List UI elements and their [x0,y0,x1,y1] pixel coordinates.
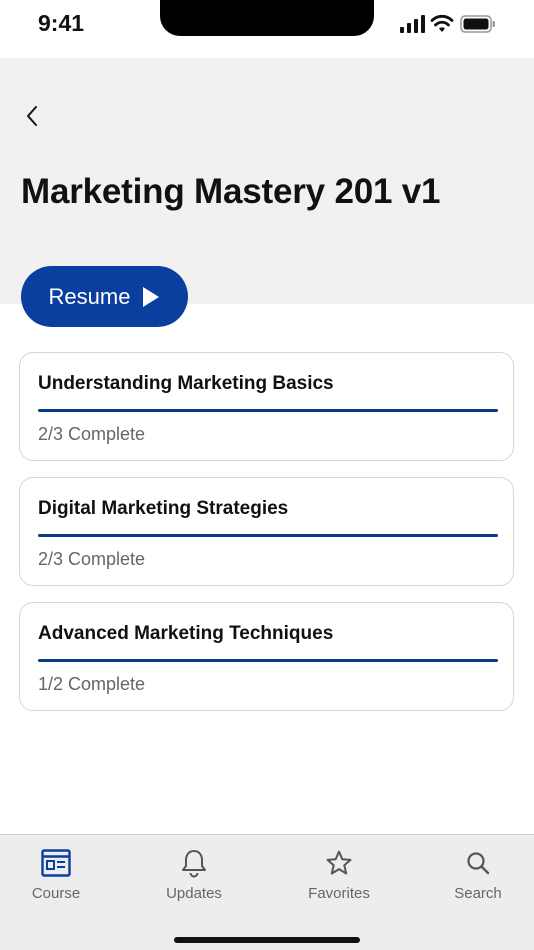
module-title: Advanced Marketing Techniques [38,623,334,644]
module-progress-fill [38,659,498,662]
resume-button-label: Resume [48,283,131,309]
module-progress-bar [38,659,498,662]
module-card[interactable]: Understanding Marketing Basics 2/3 Compl… [19,352,514,461]
tab-search[interactable]: Search [423,847,533,907]
module-progress-text: 2/3 Complete [38,549,146,569]
status-bar: 9:41 [0,0,534,58]
tab-label: Updates [166,885,222,902]
tab-bar: Course Updates Favorites Search [0,834,534,950]
module-progress-text: 2/3 Complete [38,424,146,444]
tab-favorites[interactable]: Favorites [284,847,394,907]
bell-icon [182,850,206,878]
module-title: Digital Marketing Strategies [38,498,289,519]
module-progress-bar [38,409,498,412]
status-time: 9:41 [38,10,85,36]
tab-course[interactable]: Course [1,847,111,907]
tab-label: Favorites [308,885,370,902]
module-progress-text: 1/2 Complete [38,674,146,694]
module-progress-fill [38,534,498,537]
search-icon [467,852,490,875]
module-card[interactable]: Digital Marketing Strategies 2/3 Complet… [19,477,514,586]
back-button[interactable] [14,98,50,134]
resume-button[interactable]: Resume [21,266,188,327]
cellular-signal-icon [400,15,425,33]
module-card[interactable]: Advanced Marketing Techniques 1/2 Comple… [19,602,514,711]
page-title: Marketing Mastery 201 v1 [21,172,441,211]
module-title: Understanding Marketing Basics [38,373,334,394]
module-progress-bar [38,534,498,537]
wifi-icon [430,14,454,32]
tab-label: Search [454,885,502,902]
course-icon [41,849,71,877]
star-icon [326,850,352,875]
module-progress-fill [38,409,498,412]
tab-label: Course [31,885,81,902]
battery-icon [460,15,495,33]
tab-updates[interactable]: Updates [139,847,249,907]
chevron-left-icon [27,106,37,126]
home-indicator [174,937,360,943]
status-icons [398,14,498,38]
play-icon [143,286,160,307]
device-notch [160,0,374,36]
